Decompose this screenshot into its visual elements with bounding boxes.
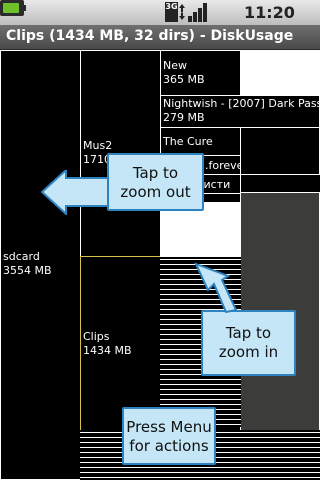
treemap-small-dir-stripe[interactable]: [80, 467, 320, 468]
treemap-block-nightwish[interactable]: Nightwish - [2007] Dark Passion Play 279…: [160, 95, 320, 128]
zoom-out-hint-text: Tap to zoom out: [120, 164, 191, 201]
block-label-new-size: 365 MB: [163, 73, 205, 86]
block-label-clips-size: 1434 MB: [83, 344, 132, 357]
treemap-block-top-right[interactable]: [240, 50, 320, 96]
block-label-clips-name: Clips: [83, 330, 110, 343]
treemap-small-dir-stripe[interactable]: [160, 394, 241, 395]
menu-hint-text: Press Menu for actions: [126, 418, 212, 455]
treemap-block-thecure[interactable]: The Cure: [160, 127, 241, 156]
block-label-nightwish-name: Nightwish - [2007] Dark Passion Play: [163, 97, 319, 110]
signal-strength-icon: [188, 2, 210, 22]
treemap-small-dir-stripe[interactable]: [160, 404, 241, 405]
zoom-in-arrow-icon: [194, 262, 238, 314]
treemap-block-new[interactable]: New 365 MB: [160, 50, 241, 96]
treemap-block-sdcard[interactable]: sdcard 3554 MB: [0, 50, 81, 480]
block-label-new-name: New: [163, 59, 187, 72]
treemap-small-dir-stripe[interactable]: [160, 259, 241, 260]
treemap-small-dir-stripe[interactable]: [160, 384, 241, 385]
zoom-out-arrow-icon: [40, 170, 109, 215]
block-label-music-name: Mus2: [83, 139, 113, 152]
network-type-label: 3G: [165, 2, 178, 22]
block-label-sdcard-size: 3554 MB: [3, 264, 52, 277]
menu-hint: Press Menu for actions: [122, 407, 216, 465]
treemap-small-dir-stripe[interactable]: [160, 389, 241, 390]
3g-icon: 3G: [165, 2, 185, 22]
treemap-small-dir-stripe[interactable]: [80, 472, 320, 473]
block-label-nightwish-size: 279 MB: [163, 111, 205, 124]
page-title: Clips (1434 MB, 32 dirs) - DiskUsage: [6, 28, 294, 44]
block-label-thecure-name: The Cure: [163, 135, 213, 148]
battery-icon: [0, 0, 26, 16]
zoom-in-hint: Tap to zoom in: [201, 310, 296, 376]
block-label-sdcard-name: sdcard: [3, 250, 40, 263]
treemap-small-dir-stripe[interactable]: [160, 399, 241, 400]
treemap-block-right-small[interactable]: [240, 127, 320, 175]
zoom-in-hint-text: Tap to zoom in: [218, 324, 279, 361]
treemap-small-dir-stripe[interactable]: [80, 477, 320, 478]
block-label-forever-name: ...forever: [198, 159, 240, 172]
disk-usage-treemap[interactable]: sdcard 3554 MB Mus2 1710 MB Clips 1434 M…: [0, 50, 320, 480]
status-bar: 3G 11:20 AM: [0, 0, 320, 41]
treemap-small-dir-stripe[interactable]: [160, 379, 241, 380]
title-bar: Clips (1434 MB, 32 dirs) - DiskUsage: [0, 25, 320, 50]
zoom-out-hint: Tap to zoom out: [107, 153, 204, 211]
